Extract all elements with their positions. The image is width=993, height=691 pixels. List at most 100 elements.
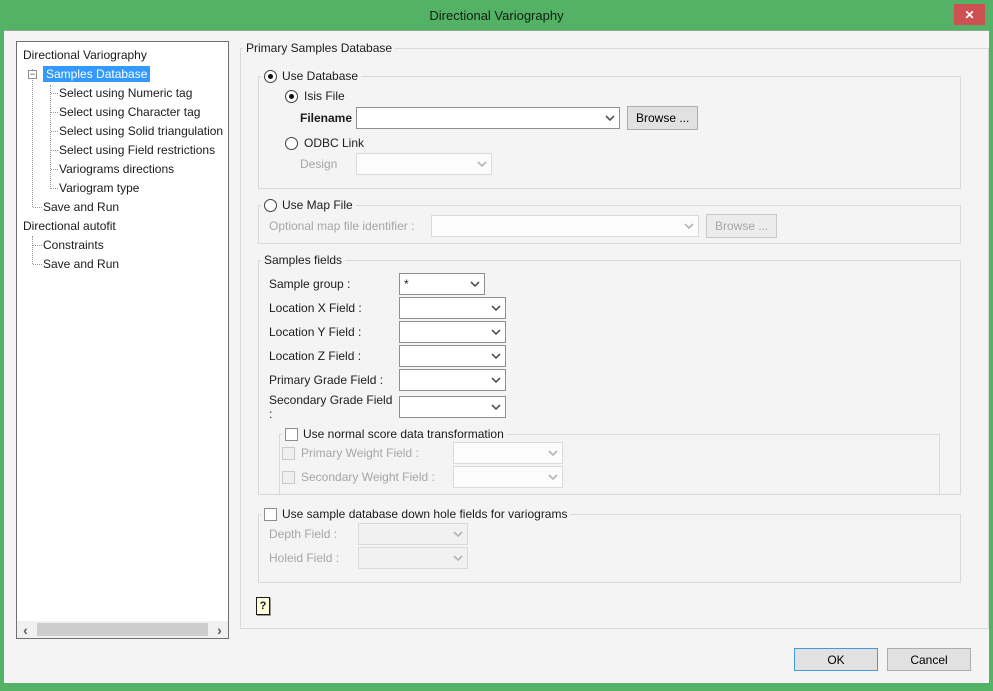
directional-variography-dialog: Directional Variography ✕ Directional Va… bbox=[0, 0, 993, 691]
primary-weight-combo bbox=[453, 442, 563, 464]
chevron-down-icon bbox=[491, 404, 501, 410]
depth-field-row: Depth Field : bbox=[259, 523, 960, 545]
scroll-right-icon[interactable]: › bbox=[211, 621, 228, 638]
sample-group-row: Sample group : * bbox=[259, 273, 960, 295]
chevron-down-icon bbox=[684, 223, 694, 229]
tree-item-constraints[interactable]: Constraints bbox=[17, 236, 228, 255]
secondary-grade-label: Secondary Grade Field : bbox=[269, 393, 399, 421]
secondary-weight-row: Secondary Weight Field : bbox=[280, 466, 939, 488]
tree-horizontal-scrollbar[interactable]: ‹ › bbox=[17, 621, 228, 638]
design-combo bbox=[356, 153, 492, 175]
design-label: Design bbox=[300, 157, 356, 171]
primary-samples-database-label: Primary Samples Database bbox=[243, 41, 395, 55]
window-title: Directional Variography bbox=[429, 8, 563, 23]
location-y-row: Location Y Field : bbox=[259, 321, 960, 343]
tree-item-variogram-type[interactable]: Variogram type bbox=[17, 179, 228, 198]
holeid-field-row: Holeid Field : bbox=[259, 547, 960, 569]
tree-item-select-character-tag[interactable]: Select using Character tag bbox=[17, 103, 228, 122]
sample-group-combo[interactable]: * bbox=[399, 273, 485, 295]
use-map-file-radio[interactable] bbox=[264, 199, 277, 212]
normal-score-checkbox[interactable] bbox=[285, 428, 298, 441]
dialog-content: Directional Variography − Samples Databa… bbox=[4, 30, 989, 683]
location-x-combo[interactable] bbox=[399, 297, 506, 319]
location-x-label: Location X Field : bbox=[269, 301, 399, 315]
location-z-label: Location Z Field : bbox=[269, 349, 399, 363]
use-map-file-group: Use Map File Optional map file identifie… bbox=[258, 198, 961, 244]
tree-item-samples-database[interactable]: − Samples Database bbox=[17, 65, 228, 84]
use-database-label: Use Database bbox=[282, 69, 358, 83]
selected-tree-label: Samples Database bbox=[43, 66, 150, 82]
use-map-file-label: Use Map File bbox=[282, 198, 353, 212]
chevron-down-icon bbox=[491, 329, 501, 335]
secondary-grade-row: Secondary Grade Field : bbox=[259, 393, 960, 421]
filename-browse-button[interactable]: Browse ... bbox=[627, 106, 698, 130]
navigation-tree: Directional Variography − Samples Databa… bbox=[16, 41, 229, 639]
use-database-group: Use Database Isis File Filename bbox=[258, 69, 961, 189]
primary-weight-checkbox bbox=[282, 447, 295, 460]
down-hole-group: Use sample database down hole fields for… bbox=[258, 507, 961, 583]
location-z-combo[interactable] bbox=[399, 345, 506, 367]
tree-item-directional-variography[interactable]: Directional Variography bbox=[17, 46, 228, 65]
normal-score-label: Use normal score data transformation bbox=[303, 427, 504, 441]
location-y-label: Location Y Field : bbox=[269, 325, 399, 339]
close-button[interactable]: ✕ bbox=[954, 4, 985, 25]
dialog-footer: OK Cancel bbox=[794, 648, 971, 671]
location-y-combo[interactable] bbox=[399, 321, 506, 343]
secondary-weight-label: Secondary Weight Field : bbox=[301, 470, 447, 484]
location-x-row: Location X Field : bbox=[259, 297, 960, 319]
design-row: Design bbox=[259, 153, 960, 175]
down-hole-label: Use sample database down hole fields for… bbox=[282, 507, 567, 521]
filename-row: Filename Browse ... bbox=[259, 106, 960, 130]
normal-score-legend: Use normal score data transformation bbox=[282, 427, 507, 441]
help-icon[interactable]: ? bbox=[256, 597, 270, 615]
chevron-down-icon bbox=[491, 353, 501, 359]
isis-file-row: Isis File bbox=[259, 89, 960, 103]
cancel-button[interactable]: Cancel bbox=[887, 648, 971, 671]
use-map-file-legend: Use Map File bbox=[261, 198, 356, 212]
tree-item-variograms-directions[interactable]: Variograms directions bbox=[17, 160, 228, 179]
close-icon: ✕ bbox=[964, 8, 974, 22]
collapse-expander-icon[interactable]: − bbox=[28, 70, 37, 79]
primary-grade-combo[interactable] bbox=[399, 369, 506, 391]
tree-item-save-and-run-2[interactable]: Save and Run bbox=[17, 255, 228, 274]
primary-samples-database-group: Primary Samples Database Use Database Is… bbox=[240, 41, 989, 629]
map-identifier-row: Optional map file identifier : Browse ..… bbox=[259, 214, 960, 238]
scrollbar-thumb[interactable] bbox=[37, 623, 208, 636]
use-database-radio[interactable] bbox=[264, 70, 277, 83]
tree-item-select-field-restrictions[interactable]: Select using Field restrictions bbox=[17, 141, 228, 160]
tree-item-directional-autofit[interactable]: Directional autofit bbox=[17, 217, 228, 236]
samples-fields-label: Samples fields bbox=[261, 253, 345, 267]
odbc-link-row: ODBC Link bbox=[259, 136, 960, 150]
chevron-down-icon bbox=[605, 115, 615, 121]
chevron-down-icon bbox=[477, 161, 487, 167]
holeid-field-label: Holeid Field : bbox=[269, 551, 358, 565]
filename-label: Filename bbox=[300, 111, 356, 125]
chevron-down-icon bbox=[491, 305, 501, 311]
sample-group-label: Sample group : bbox=[269, 277, 399, 291]
odbc-link-label: ODBC Link bbox=[304, 136, 364, 150]
main-form-area: Primary Samples Database Use Database Is… bbox=[232, 31, 989, 683]
ok-button[interactable]: OK bbox=[794, 648, 878, 671]
location-z-row: Location Z Field : bbox=[259, 345, 960, 367]
isis-file-radio[interactable] bbox=[285, 90, 298, 103]
tree-item-select-numeric-tag[interactable]: Select using Numeric tag bbox=[17, 84, 228, 103]
tree-item-select-solid-triangulation[interactable]: Select using Solid triangulation bbox=[17, 122, 228, 141]
chevron-down-icon bbox=[491, 377, 501, 383]
use-database-legend: Use Database bbox=[261, 69, 361, 83]
isis-file-label: Isis File bbox=[304, 89, 345, 103]
chevron-down-icon bbox=[548, 450, 558, 456]
titlebar[interactable]: Directional Variography ✕ bbox=[0, 0, 993, 30]
secondary-weight-combo bbox=[453, 466, 563, 488]
chevron-down-icon bbox=[470, 281, 480, 287]
map-identifier-combo bbox=[431, 215, 699, 237]
filename-combo[interactable] bbox=[356, 107, 620, 129]
down-hole-checkbox[interactable] bbox=[264, 508, 277, 521]
tree-item-save-and-run[interactable]: Save and Run bbox=[17, 198, 228, 217]
chevron-down-icon bbox=[453, 555, 463, 561]
odbc-link-radio[interactable] bbox=[285, 137, 298, 150]
secondary-grade-combo[interactable] bbox=[399, 396, 506, 418]
scroll-left-icon[interactable]: ‹ bbox=[17, 621, 34, 638]
primary-grade-row: Primary Grade Field : bbox=[259, 369, 960, 391]
map-browse-button: Browse ... bbox=[706, 214, 777, 238]
chevron-down-icon bbox=[548, 474, 558, 480]
